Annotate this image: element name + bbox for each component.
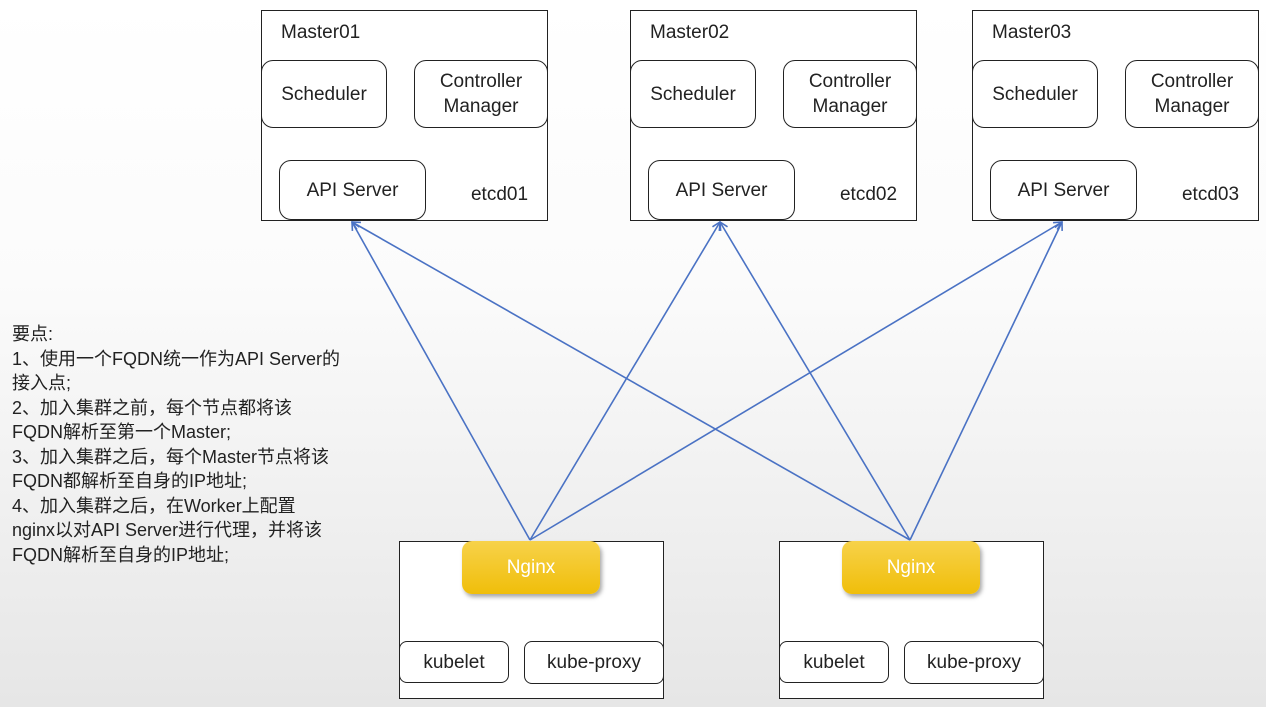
master-title: Master01 <box>281 22 361 43</box>
key-points-notes: 要点: 1、使用一个FQDN统一作为API Server的 接入点; 2、加入集群之前… <box>12 322 340 567</box>
api-server-box: API Server <box>648 160 795 220</box>
master-title: Master02 <box>650 22 730 43</box>
note-line: FQDN解析至自身的IP地址; <box>12 544 230 565</box>
etcd-box: etcd02 <box>839 184 898 205</box>
nginx-to-api-arrow <box>720 222 911 541</box>
note-line: 2、加入集群之前，每个节点都将该 <box>12 397 293 418</box>
scheduler-box: Scheduler <box>261 60 387 128</box>
nginx-box: Nginx <box>842 541 980 594</box>
nginx-to-api-arrow <box>529 222 720 541</box>
kubelet-box: kubelet <box>779 641 889 683</box>
note-line: 要点: <box>12 324 54 344</box>
note-line: 3、加入集群之后，每个Master节点将该 <box>12 446 330 467</box>
controller-manager-box: Controller Manager <box>414 60 548 128</box>
etcd-box: etcd01 <box>470 184 529 205</box>
note-line: 4、加入集群之后，在Worker上配置 <box>12 495 296 516</box>
scheduler-box: Scheduler <box>630 60 756 128</box>
note-line: 1、使用一个FQDN统一作为API Server的 <box>12 348 341 369</box>
nginx-to-api-arrow <box>352 222 531 541</box>
kube-proxy-box: kube-proxy <box>524 641 664 684</box>
note-line: nginx以对API Server进行代理，并将该 <box>12 520 323 540</box>
nginx-to-api-arrow <box>529 222 1062 541</box>
etcd-box: etcd03 <box>1181 184 1240 205</box>
nginx-box: Nginx <box>462 541 600 594</box>
scheduler-box: Scheduler <box>972 60 1098 128</box>
nginx-to-api-arrow <box>909 222 1062 541</box>
master-title: Master03 <box>992 22 1072 43</box>
api-server-box: API Server <box>990 160 1137 220</box>
note-line: FQDN都解析至自身的IP地址; <box>12 471 248 491</box>
controller-manager-box: Controller Manager <box>783 60 917 128</box>
api-server-box: API Server <box>279 160 426 220</box>
nginx-to-api-arrow <box>352 222 911 541</box>
kubelet-box: kubelet <box>399 641 509 683</box>
kube-proxy-box: kube-proxy <box>904 641 1044 684</box>
note-line: 接入点; <box>12 373 72 393</box>
note-line: FQDN解析至第一个Master; <box>12 422 232 442</box>
controller-manager-box: Controller Manager <box>1125 60 1259 128</box>
